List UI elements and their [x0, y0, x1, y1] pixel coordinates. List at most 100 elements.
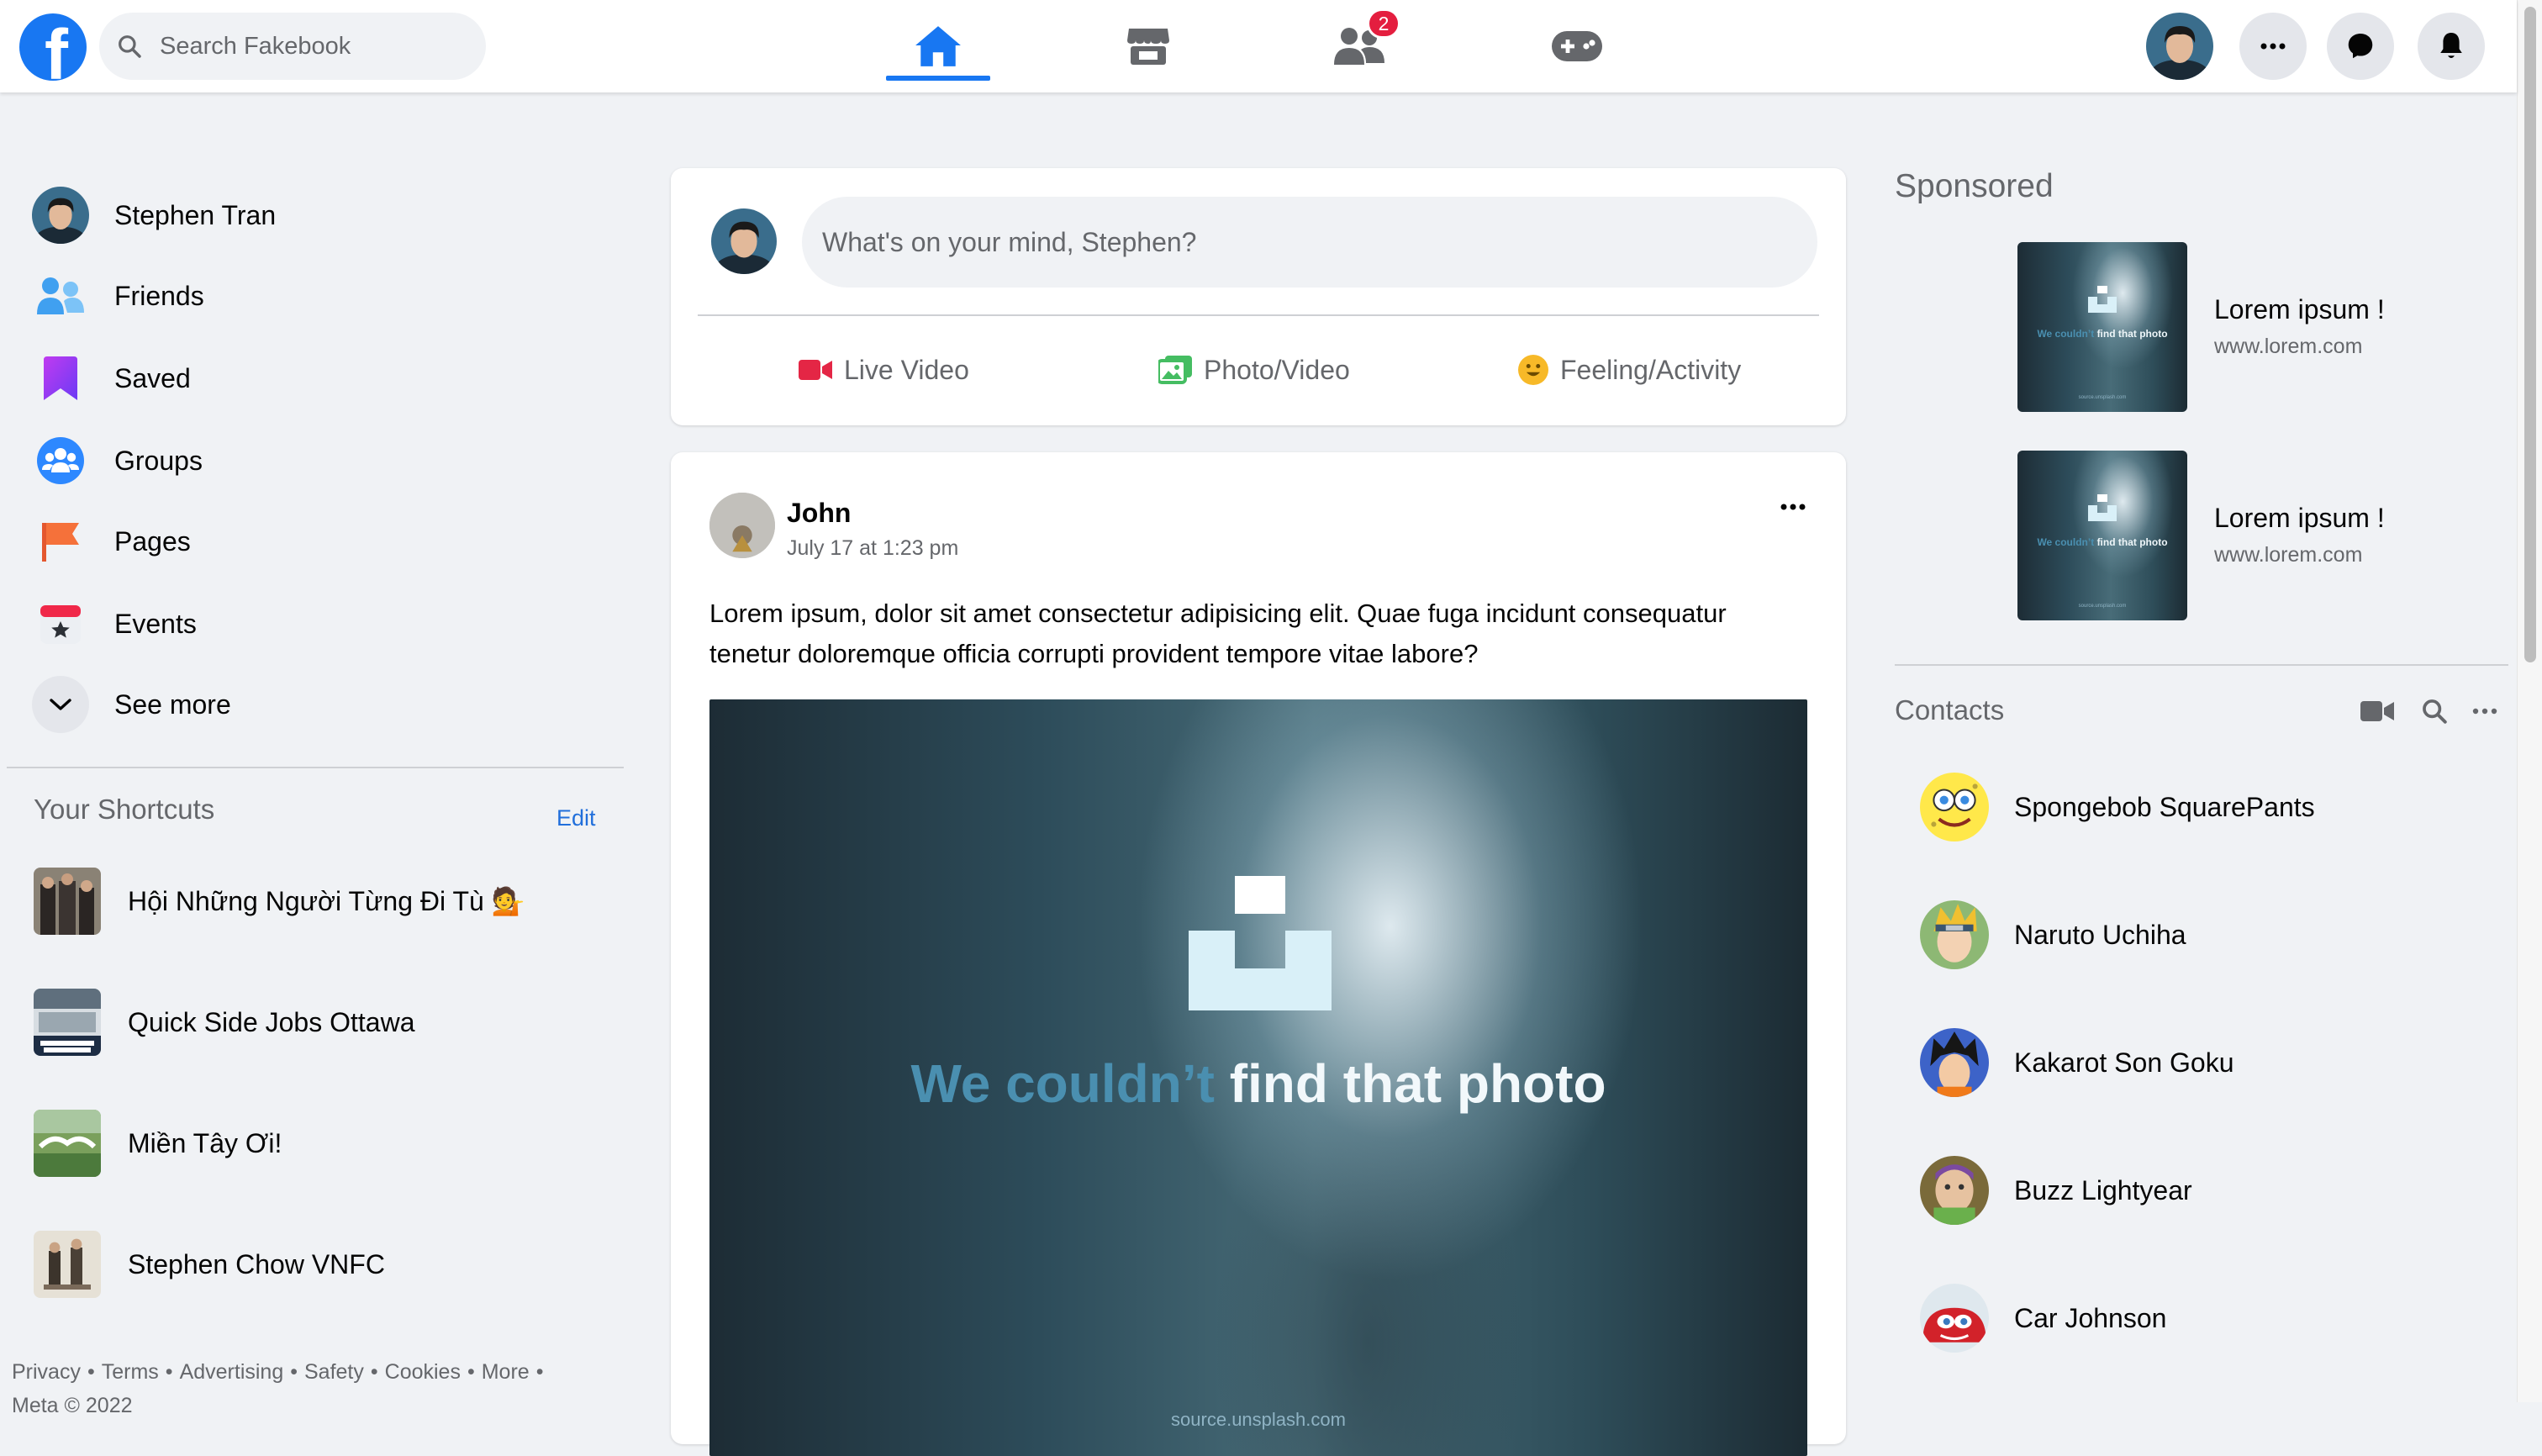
gamepad-icon	[1552, 31, 1602, 61]
shortcut-thumbnail	[34, 989, 101, 1056]
sidebar-item-profile[interactable]: Stephen Tran	[32, 185, 276, 245]
video-icon	[799, 360, 832, 380]
scrollbar-thumb[interactable]	[2524, 7, 2536, 662]
shortcut-item[interactable]: Stephen Chow VNFC	[34, 1229, 385, 1300]
groups-icon	[32, 432, 89, 489]
footer-link-privacy[interactable]: Privacy	[12, 1360, 81, 1384]
tab-gaming[interactable]	[1493, 0, 1661, 92]
shortcut-label: Quick Side Jobs Ottawa	[128, 1006, 415, 1037]
shortcut-label: Miền Tây Ơi!	[128, 1127, 282, 1158]
store-icon	[1127, 29, 1169, 65]
footer-link-cookies[interactable]: Cookies	[385, 1360, 461, 1384]
shortcut-item[interactable]: Miền Tây Ơi!	[34, 1108, 282, 1179]
footer-link-more[interactable]: More	[482, 1360, 530, 1384]
sidebar-item-friends[interactable]: Friends	[32, 266, 204, 326]
shortcut-item[interactable]: Hội Những Người Từng Đi Tù 💁	[34, 866, 525, 936]
post-author-name[interactable]: John	[787, 498, 851, 529]
search-box[interactable]	[99, 13, 486, 80]
post-text: Lorem ipsum, dolor sit amet consectetur …	[709, 599, 1727, 668]
footer-link-safety[interactable]: Safety	[304, 1360, 364, 1384]
bell-icon	[2440, 33, 2462, 58]
footer-link-advertising[interactable]: Advertising	[180, 1360, 284, 1384]
post-author-avatar[interactable]	[709, 493, 775, 558]
avatar-image	[2146, 13, 2213, 80]
footer-link-terms[interactable]: Terms	[102, 1360, 159, 1384]
tab-friends[interactable]	[1276, 0, 1444, 92]
contact-item[interactable]: Buzz Lightyear	[1920, 1155, 2192, 1226]
contact-name: Spongebob SquarePants	[2014, 791, 2315, 822]
ad-error-part1: We couldn’t	[2037, 536, 2095, 548]
flag-icon	[32, 513, 89, 570]
sidebar-item-pages[interactable]: Pages	[32, 511, 191, 572]
sidebar-item-label: Friends	[114, 280, 204, 311]
search-input[interactable]	[158, 13, 469, 80]
avatar-image	[709, 493, 775, 558]
chevron-down-icon	[32, 676, 89, 733]
contact-item[interactable]: Spongebob SquarePants	[1920, 772, 2315, 842]
shortcut-label: Hội Những Người Từng Đi Tù 💁	[128, 886, 525, 916]
feeling-activity-button[interactable]: Feeling/Activity	[1518, 343, 1741, 397]
contact-item[interactable]: Car Johnson	[1920, 1283, 2166, 1353]
fakebook-logo[interactable]: f	[19, 13, 87, 81]
sidebar-item-label: Pages	[114, 525, 191, 557]
search-icon	[2423, 699, 2447, 724]
shortcut-thumbnail	[34, 1231, 101, 1298]
ad-url[interactable]: www.lorem.com	[2214, 543, 2362, 567]
sidebar-see-more[interactable]: See more	[32, 674, 231, 735]
ad-title[interactable]: Lorem ipsum !	[2214, 294, 2385, 325]
contact-avatar	[1920, 1156, 1989, 1225]
notifications-button[interactable]	[2418, 13, 2485, 80]
contacts-heading: Contacts	[1895, 694, 2005, 725]
page-scrollbar[interactable]	[2517, 0, 2542, 1402]
ad-title[interactable]: Lorem ipsum !	[2214, 503, 2385, 534]
sidebar-item-groups[interactable]: Groups	[32, 430, 203, 491]
ad-source: source.unsplash.com	[2078, 395, 2127, 400]
post-photo[interactable]: We couldn’t find that photo source.unspl…	[709, 699, 1807, 1456]
calendar-icon	[32, 595, 89, 652]
ad-image[interactable]: We couldn’t find that photo source.unspl…	[2017, 242, 2187, 412]
post-timestamp[interactable]: July 17 at 1:23 pm	[787, 536, 958, 561]
ad-image[interactable]: We couldn’t find that photo source.unspl…	[2017, 451, 2187, 620]
contacts-options-button[interactable]	[2465, 691, 2505, 731]
tab-marketplace[interactable]	[1064, 0, 1232, 92]
contact-avatar	[1920, 773, 1989, 841]
photo-source-label: source.unsplash.com	[1171, 1409, 1346, 1430]
photo-video-button[interactable]: Photo/Video	[1158, 343, 1350, 397]
ad-error-part1: We couldn’t	[2037, 328, 2095, 340]
profile-avatar[interactable]	[2146, 13, 2213, 80]
live-video-label: Live Video	[844, 354, 969, 385]
messenger-icon	[2348, 34, 2373, 59]
composer-input[interactable]: What's on your mind, Stephen?	[802, 197, 1817, 288]
avatar-image	[32, 187, 89, 244]
contact-avatar	[1920, 1284, 1989, 1353]
avatar[interactable]	[711, 208, 777, 274]
menu-button[interactable]	[2239, 13, 2307, 80]
contact-item[interactable]: Kakarot Son Goku	[1920, 1027, 2233, 1098]
ad-url[interactable]: www.lorem.com	[2214, 335, 2362, 359]
shortcut-item[interactable]: Quick Side Jobs Ottawa	[34, 987, 414, 1058]
bookmark-icon	[32, 350, 89, 407]
sidebar-item-label: Groups	[114, 445, 203, 476]
search-contacts-button[interactable]	[2414, 691, 2455, 731]
live-video-button[interactable]: Live Video	[799, 343, 969, 397]
video-icon	[2360, 701, 2394, 721]
shortcuts-heading: Your Shortcuts	[34, 794, 215, 825]
tab-home[interactable]	[854, 0, 1022, 92]
photo-icon	[1158, 356, 1192, 384]
friends-icon	[32, 267, 89, 324]
feeling-activity-label: Feeling/Activity	[1560, 354, 1742, 385]
sidebar-item-label: Stephen Tran	[114, 199, 277, 230]
contact-avatar	[1920, 900, 1989, 969]
messenger-button[interactable]	[2327, 13, 2394, 80]
unsplash-logo-icon	[1189, 876, 1332, 1010]
post-composer: What's on your mind, Stephen? Live Video…	[671, 168, 1846, 425]
sidebar-item-events[interactable]: Events	[32, 593, 197, 654]
sidebar-item-saved[interactable]: Saved	[32, 348, 191, 409]
post-options-button[interactable]	[1780, 499, 1806, 514]
unsplash-logo-icon	[2088, 286, 2117, 313]
photo-error-part2: find that photo	[1229, 1053, 1606, 1114]
avatar-image	[711, 208, 777, 274]
new-room-button[interactable]	[2357, 691, 2397, 731]
contact-item[interactable]: Naruto Uchiha	[1920, 899, 2186, 970]
edit-shortcuts-link[interactable]: Edit	[556, 805, 596, 831]
